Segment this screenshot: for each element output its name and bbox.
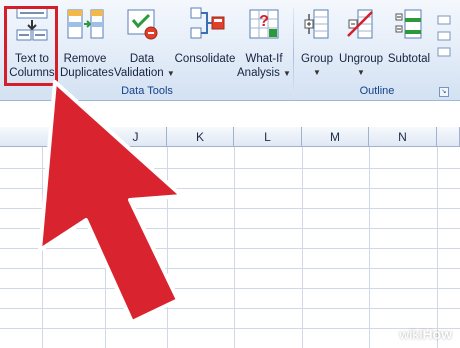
watermark: wikiHow <box>399 326 452 342</box>
watermark-wiki: wiki <box>399 326 423 342</box>
watermark-how: How <box>422 326 452 342</box>
red-arrow-pointer <box>38 80 184 324</box>
